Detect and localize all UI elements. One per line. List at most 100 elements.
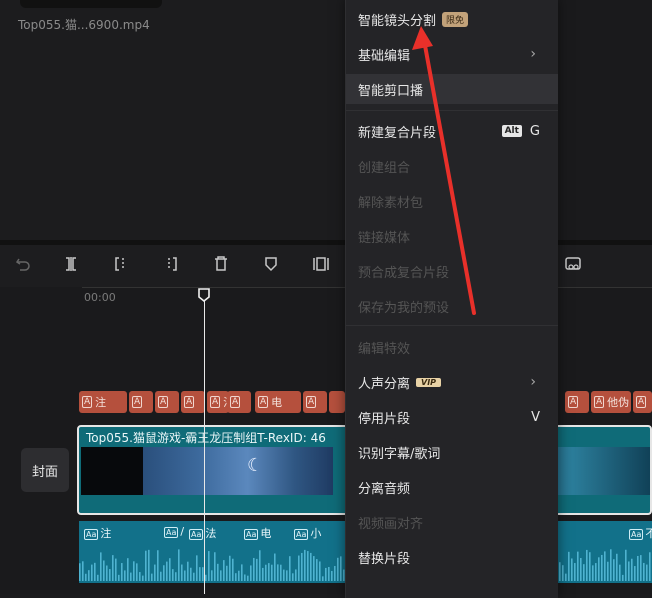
marker-icon[interactable] (260, 253, 282, 275)
trim-right-icon[interactable] (160, 253, 182, 275)
text-clip[interactable]: A法 (207, 391, 229, 413)
text-clip[interactable]: A (155, 391, 179, 413)
waveform-bar (214, 552, 216, 581)
waveform-bar (94, 562, 96, 581)
waveform-bar (298, 555, 300, 581)
waveform-bar (160, 571, 162, 581)
waveform-bar (589, 552, 591, 581)
split-icon[interactable] (60, 253, 82, 275)
menu-item-create-group: 创建组合 (358, 160, 411, 176)
audio-clip-label: Aa 法 (189, 527, 217, 540)
waveform-bar (238, 570, 240, 581)
text-clip[interactable]: A (303, 391, 327, 413)
waveform-bar (610, 549, 612, 581)
waveform-bar (235, 573, 237, 581)
text-clip[interactable]: A (181, 391, 205, 413)
playhead-line[interactable] (204, 300, 205, 594)
menu-item-new-compound-clip[interactable]: 新建复合片段 Alt G (346, 116, 558, 146)
waveform-bar (292, 573, 294, 581)
waveform-bar (172, 569, 174, 581)
waveform-bar (277, 564, 279, 581)
waveform-bar (88, 570, 90, 581)
waveform-bar (226, 565, 228, 581)
waveform-bar (241, 564, 243, 581)
waveform-bar (604, 551, 606, 581)
waveform-bar (586, 549, 588, 581)
waveform-bar (565, 573, 567, 581)
waveform-bar (631, 558, 633, 581)
menu-item-replace-clip[interactable]: 替换片段 (346, 542, 558, 572)
waveform-bar (271, 564, 273, 581)
waveform-bar (268, 563, 270, 581)
waveform-bar (325, 567, 327, 581)
freeze-frame-icon[interactable] (310, 253, 332, 275)
menu-item-separate-audio[interactable]: 分离音频 (346, 472, 558, 502)
media-thumbnail[interactable] (20, 0, 162, 8)
menu-item-align-video: 视频画对齐 (358, 516, 424, 532)
waveform-bar (643, 562, 645, 581)
menu-item-recognize-subtitles[interactable]: 识别字幕/歌词 (346, 437, 558, 467)
text-clip[interactable]: A (227, 391, 251, 413)
waveform-bar (169, 558, 171, 581)
vip-badge: VIP (416, 377, 442, 387)
waveform-bar (580, 558, 582, 581)
context-menu: 智能镜头分割 限免 基础编辑 › 智能剪口播 新建复合片段 Alt G 创建组合… (345, 0, 558, 598)
menu-item-voice-separation[interactable]: 人声分离 VIP › (346, 367, 558, 397)
waveform-bar (616, 553, 618, 581)
text-clip[interactable]: A电 (255, 391, 301, 413)
waveform-bar (208, 551, 210, 581)
audio-clip-label: Aa 注 (84, 527, 112, 540)
text-clip[interactable] (329, 391, 345, 413)
waveform-bar (628, 561, 630, 581)
text-clip[interactable]: A (565, 391, 589, 413)
waveform-bar (607, 561, 609, 581)
menu-item-basic-edit[interactable]: 基础编辑 › (346, 39, 558, 69)
menu-item-smart-voice-cut[interactable]: 智能剪口播 (346, 74, 558, 104)
waveform-bar (223, 560, 225, 581)
waveform-bar (190, 567, 192, 581)
waveform-bar (619, 564, 621, 581)
video-frame-thumbnail (81, 447, 143, 495)
delete-icon[interactable] (210, 253, 232, 275)
media-filename: Top055.猫...6900.mp4 (18, 18, 150, 32)
menu-item-smart-shot-split[interactable]: 智能镜头分割 限免 (346, 4, 558, 34)
text-clip[interactable]: A 他伪 (591, 391, 631, 413)
waveform-bar (196, 555, 198, 581)
waveform-bar (79, 563, 81, 581)
waveform-bar (313, 556, 315, 581)
playhead-handle[interactable] (197, 288, 211, 302)
waveform-bar (205, 574, 207, 581)
waveform-bar (322, 576, 324, 581)
waveform-bar (157, 550, 159, 581)
waveform-bar (340, 556, 342, 581)
waveform-bar (331, 570, 333, 581)
waveform-bar (634, 566, 636, 581)
text-clip[interactable]: A (633, 391, 652, 413)
waveform-bar (640, 555, 642, 581)
auto-cut-icon[interactable] (562, 253, 584, 275)
waveform-bar (274, 553, 276, 581)
free-badge: 限免 (442, 11, 469, 27)
menu-item-edit-effects: 编辑特效 (358, 341, 411, 357)
waveform-bar (148, 549, 150, 581)
waveform-bar (319, 561, 321, 581)
menu-item-save-preset: 保存为我的预设 (358, 300, 450, 316)
waveform-bar (151, 573, 153, 581)
undo-icon[interactable] (12, 253, 34, 275)
waveform-bar (334, 565, 336, 581)
audio-clip-label: Aa 不 (629, 527, 652, 540)
menu-item-disable-clip[interactable]: 停用片段 V (346, 402, 558, 432)
waveform-bar (613, 559, 615, 581)
waveform-bar (121, 563, 123, 581)
waveform-bar (574, 563, 576, 581)
text-clip[interactable]: A (129, 391, 153, 413)
waveform-bar (229, 555, 231, 581)
waveform-bar (211, 570, 213, 581)
text-clip[interactable]: A注 (79, 391, 127, 413)
waveform-bar (193, 572, 195, 581)
trim-left-icon[interactable] (110, 253, 132, 275)
waveform-bar (145, 550, 147, 581)
waveform-bar (601, 554, 603, 581)
waveform-bar (85, 573, 87, 581)
cover-button[interactable]: 封面 (21, 448, 69, 492)
